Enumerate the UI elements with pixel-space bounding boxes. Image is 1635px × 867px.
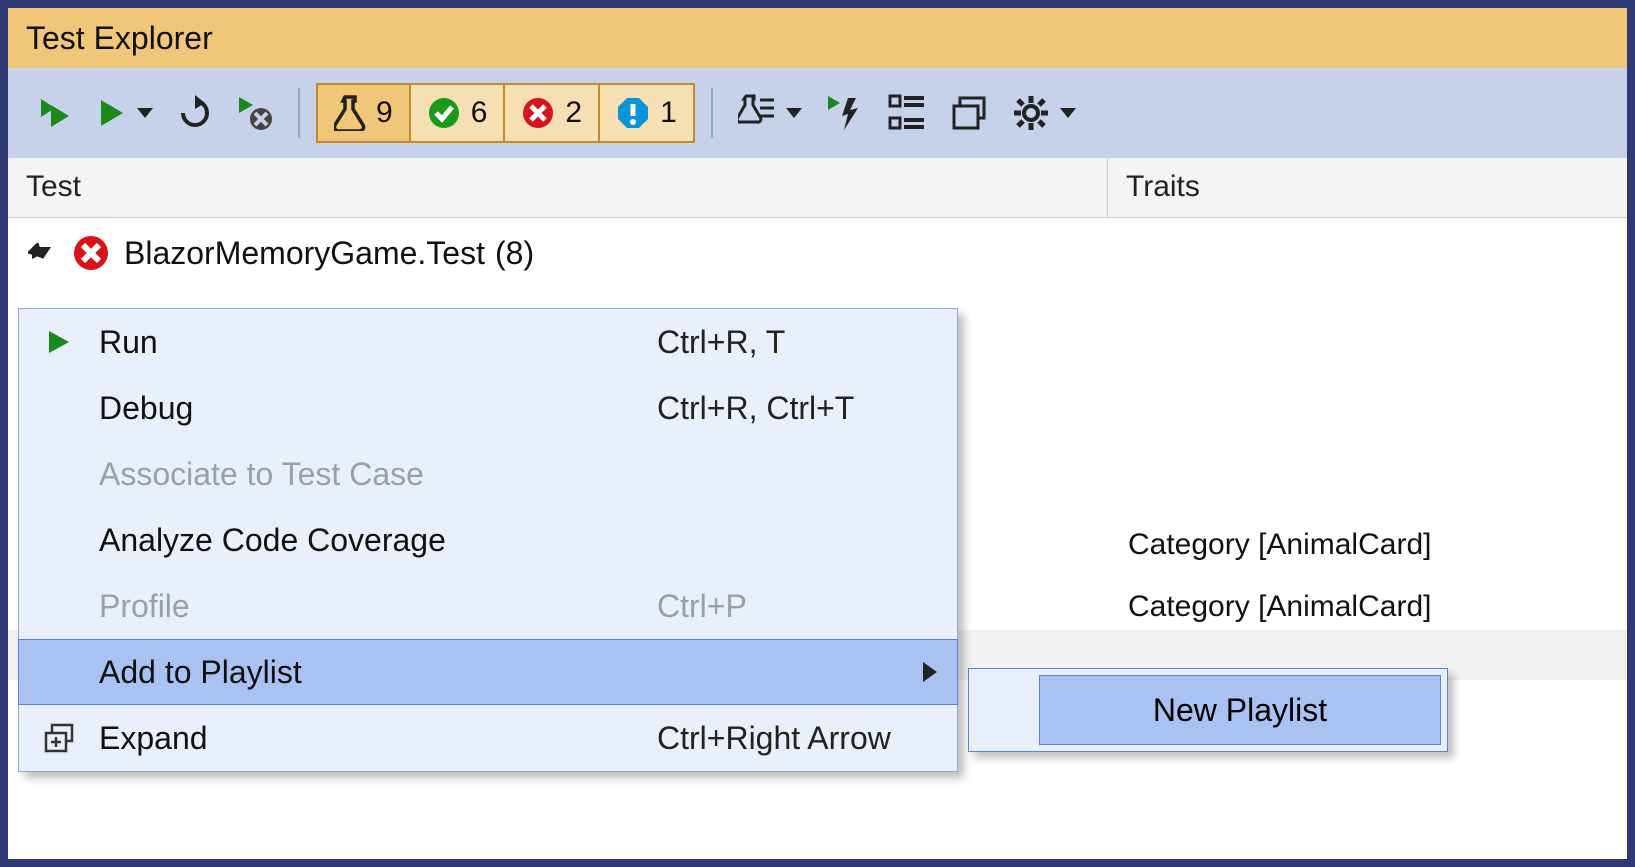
menu-item-associate: Associate to Test Case [19, 441, 957, 507]
menu-item-expand[interactable]: Expand Ctrl+Right Arrow [19, 705, 957, 771]
run-all-button[interactable] [28, 90, 82, 136]
toolbar: 9 6 2 [8, 68, 1627, 158]
menu-shortcut: Ctrl+Right Arrow [657, 720, 957, 757]
submenu-add-to-playlist: New Playlist [968, 668, 1448, 752]
tests-passed-pill[interactable]: 6 [411, 83, 506, 143]
menu-item-run[interactable]: Run Ctrl+R, T [19, 309, 957, 375]
flask-list-icon [738, 94, 776, 132]
build-run-button[interactable] [817, 89, 873, 137]
tests-failed-pill[interactable]: 2 [505, 83, 600, 143]
menu-shortcut: Ctrl+R, Ctrl+T [657, 390, 957, 427]
menu-label: Run [99, 324, 657, 361]
flask-icon [334, 95, 366, 131]
menu-item-add-to-playlist[interactable]: Add to Playlist [18, 639, 958, 705]
column-header-traits[interactable]: Traits [1108, 158, 1627, 217]
traits-values: Category [AnimalCard] Category [AnimalCa… [1128, 418, 1431, 638]
tests-passed-count: 6 [471, 96, 488, 130]
toolbar-separator [298, 88, 300, 138]
menu-item-profile: Profile Ctrl+P [19, 573, 957, 639]
submenu-item-new-playlist[interactable]: New Playlist [1039, 675, 1441, 745]
panel-title: Test Explorer [26, 20, 213, 57]
play-icon [46, 329, 72, 355]
dropdown-caret-icon [137, 108, 153, 118]
x-circle-icon [72, 234, 110, 272]
toolbar-separator [711, 88, 713, 138]
submenu-label: New Playlist [1153, 692, 1327, 729]
chevron-down-filled-icon [32, 242, 54, 264]
playlist-button[interactable] [729, 89, 811, 137]
info-octagon-icon [616, 96, 650, 130]
group-by-button[interactable] [879, 89, 935, 137]
play-bolt-icon [826, 94, 864, 132]
test-explorer-window: Test Explorer [0, 0, 1635, 867]
context-menu: Run Ctrl+R, T Debug Ctrl+R, Ctrl+T Assoc… [18, 308, 958, 772]
windows-button[interactable] [941, 89, 997, 137]
trait-value: Category [AnimalCard] [1128, 514, 1431, 576]
panel-title-bar: Test Explorer [8, 8, 1627, 68]
test-group-count: (8) [495, 235, 534, 272]
run-button[interactable] [88, 93, 162, 133]
x-circle-icon [521, 96, 555, 130]
menu-shortcut: Ctrl+P [657, 588, 957, 625]
test-summary-pills: 9 6 2 [316, 83, 695, 143]
test-group-row[interactable]: BlazorMemoryGame.Test (8) [8, 218, 1627, 288]
menu-label: Analyze Code Coverage [99, 522, 657, 559]
column-header-test[interactable]: Test [8, 158, 1108, 217]
menu-shortcut: Ctrl+R, T [657, 324, 957, 361]
play-cancel-icon [237, 95, 273, 131]
settings-button[interactable] [1003, 89, 1085, 137]
menu-item-analyze-coverage[interactable]: Analyze Code Coverage [19, 507, 957, 573]
tests-failed-count: 2 [565, 96, 582, 130]
hierarchy-icon [888, 94, 926, 132]
repeat-icon [177, 95, 213, 131]
tests-info-pill[interactable]: 1 [600, 83, 695, 143]
menu-label: Profile [99, 588, 657, 625]
tests-total-count: 9 [376, 96, 393, 130]
tests-total-pill[interactable]: 9 [316, 83, 411, 143]
menu-label: Debug [99, 390, 657, 427]
test-group-name: BlazorMemoryGame.Test [124, 235, 485, 272]
dropdown-caret-icon [786, 108, 802, 118]
expand-all-icon [44, 723, 74, 753]
check-circle-icon [427, 96, 461, 130]
windows-stack-icon [950, 94, 988, 132]
menu-label: Associate to Test Case [99, 456, 657, 493]
tests-info-count: 1 [660, 96, 677, 130]
repeat-last-run-button[interactable] [168, 90, 222, 136]
gear-icon [1012, 94, 1050, 132]
play-icon [97, 98, 127, 128]
submenu-arrow-icon [923, 662, 937, 682]
trait-value: Category [AnimalCard] [1128, 576, 1431, 638]
dropdown-caret-icon [1060, 108, 1076, 118]
menu-label: Expand [99, 720, 657, 757]
run-failed-button[interactable] [228, 90, 282, 136]
play-all-icon [37, 95, 73, 131]
column-headers: Test Traits [8, 158, 1627, 218]
menu-item-debug[interactable]: Debug Ctrl+R, Ctrl+T [19, 375, 957, 441]
menu-label: Add to Playlist [99, 654, 657, 691]
